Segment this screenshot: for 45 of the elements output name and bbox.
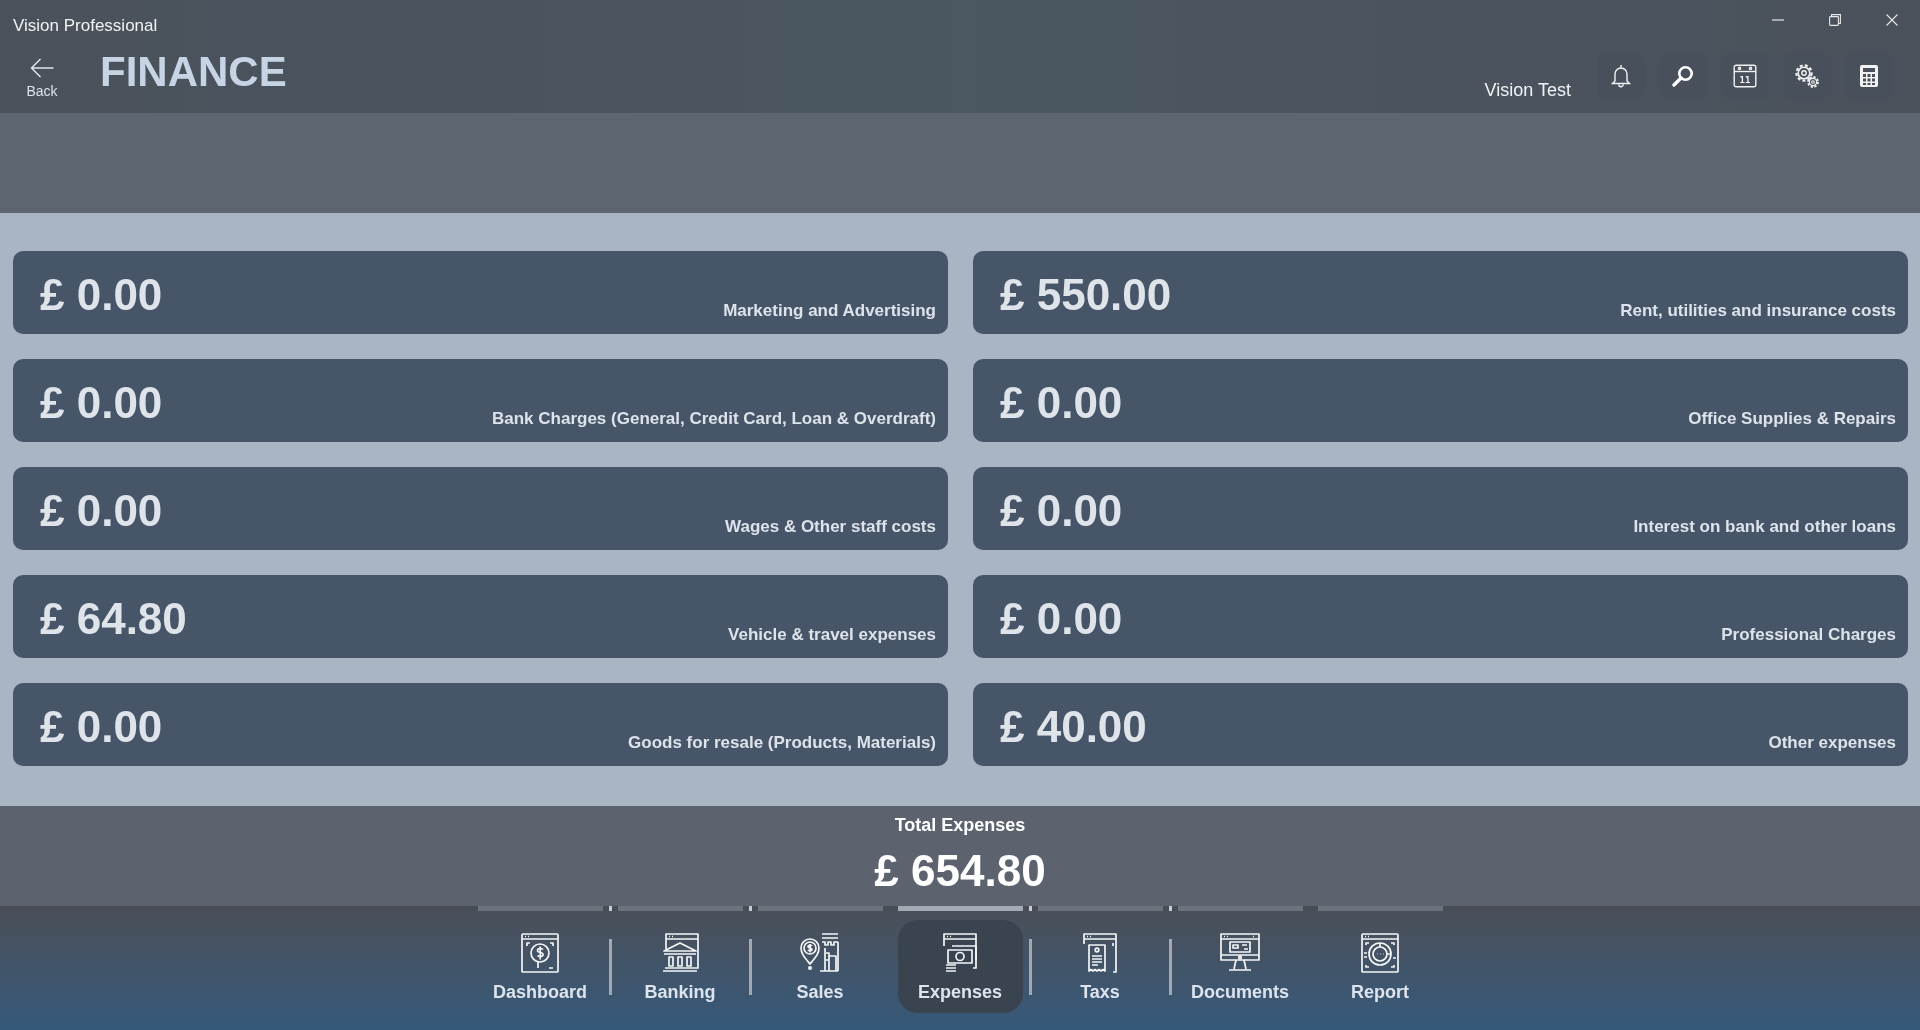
nav-tab[interactable]: Report bbox=[1317, 920, 1443, 1013]
search-icon bbox=[1672, 65, 1694, 87]
nav-tab[interactable]: Taxs bbox=[1037, 920, 1163, 1013]
amount-text: £ 0.00 bbox=[1000, 592, 1123, 643]
category-label: Other expenses bbox=[1768, 732, 1896, 754]
amount-text: £ 0.00 bbox=[1000, 376, 1123, 427]
category-label: Bank Charges (General, Credit Card, Loan & Overdraft) bbox=[492, 408, 936, 430]
nav-tab[interactable]: Sales bbox=[757, 920, 883, 1013]
category-label: Office Supplies & Repairs bbox=[1688, 408, 1896, 430]
category-label: Marketing and Advertising bbox=[723, 300, 936, 322]
close-icon bbox=[1885, 14, 1898, 26]
amount-text: £ 0.00 bbox=[40, 484, 163, 535]
amount-text: £ 0.00 bbox=[40, 700, 163, 751]
amount-text: £ 550.00 bbox=[1000, 268, 1172, 319]
bell-icon bbox=[1611, 64, 1631, 88]
donut-chart-icon bbox=[1358, 931, 1402, 975]
back-button[interactable]: Back bbox=[20, 58, 64, 99]
amount-text: £ 0.00 bbox=[40, 376, 163, 427]
category-label: Professional Charges bbox=[1721, 624, 1896, 646]
category-label: Wages & Other staff costs bbox=[725, 516, 936, 538]
category-label: Interest on bank and other loans bbox=[1633, 516, 1896, 538]
category-label: Goods for resale (Products, Materials) bbox=[628, 732, 936, 754]
amount-text: £ 40.00 bbox=[1000, 700, 1147, 751]
amount-text: £ 64.80 bbox=[40, 592, 187, 643]
minimize-icon bbox=[1771, 19, 1784, 21]
storefront-icon bbox=[798, 931, 842, 975]
nav-tab[interactable]: Banking bbox=[617, 920, 743, 1013]
nav-tab[interactable]: Dashboard bbox=[477, 920, 603, 1013]
page-title: FINANCE bbox=[100, 48, 287, 96]
window-title: Vision Professional bbox=[13, 15, 158, 37]
total-label: Total Expenses bbox=[894, 814, 1026, 837]
category-label: Vehicle & travel expenses bbox=[728, 624, 936, 646]
calendar-icon: 11 bbox=[1733, 64, 1757, 88]
arrow-left-icon bbox=[30, 58, 54, 78]
amount-text: £ 0.00 bbox=[1000, 484, 1123, 535]
calculator-icon bbox=[1860, 65, 1878, 87]
amount-text: £ 0.00 bbox=[40, 268, 163, 319]
restore-icon bbox=[1828, 14, 1841, 26]
nav-tab[interactable]: Documents bbox=[1177, 920, 1303, 1013]
category-label: Rent, utilities and insurance costs bbox=[1620, 300, 1896, 322]
user-name: Vision Test bbox=[1484, 79, 1571, 101]
total-amount: £ 654.80 bbox=[874, 847, 1046, 895]
nav-tab[interactable]: Expenses bbox=[897, 920, 1023, 1013]
dollar-window-icon bbox=[518, 931, 562, 975]
gears-icon bbox=[1794, 63, 1820, 89]
